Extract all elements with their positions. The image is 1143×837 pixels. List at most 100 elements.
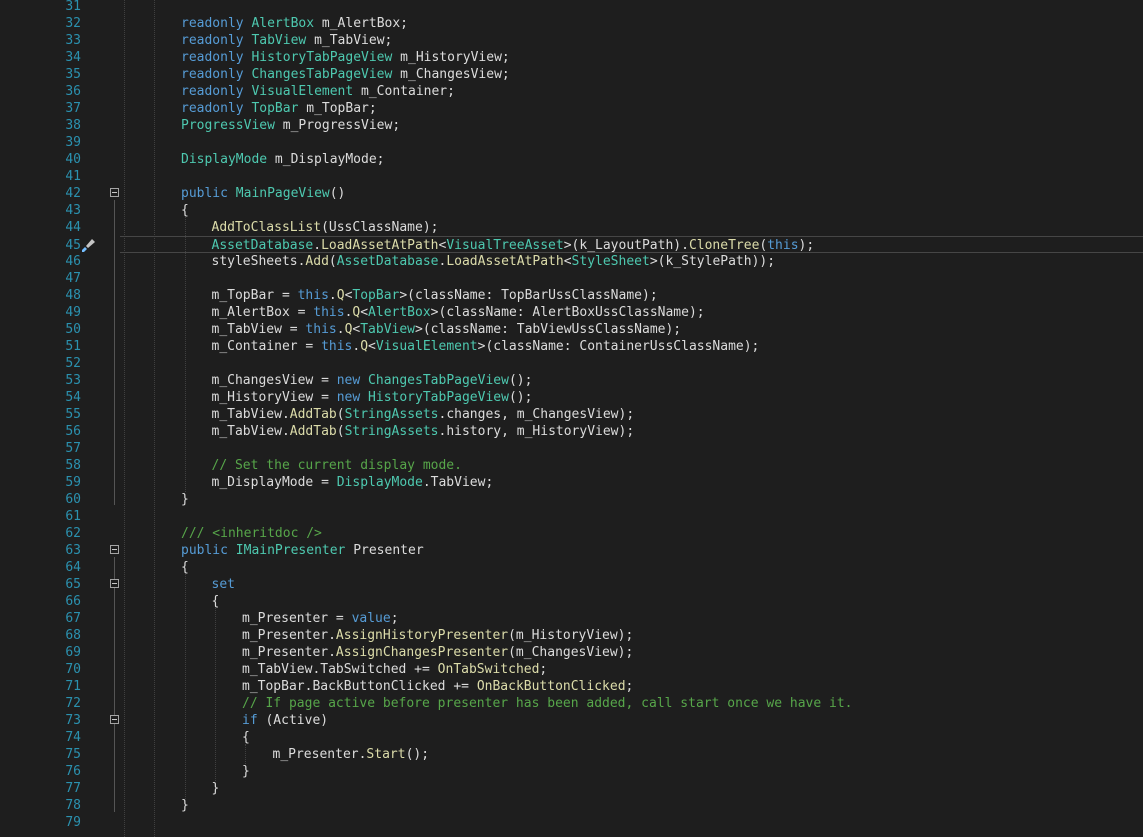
code-line[interactable]: 63 public IMainPresenter Presenter [0,542,1143,559]
code-text: readonly AlertBox m_AlertBox; [181,15,408,32]
code-text: DisplayMode m_DisplayMode; [181,151,385,168]
code-line[interactable]: 47 [0,270,1143,287]
code-line[interactable]: 33 readonly TabView m_TabView; [0,32,1143,49]
code-token: (m_ChangesView); [508,645,634,660]
code-token: m_AlertBox; [314,16,408,31]
code-text: } [181,491,189,508]
code-line[interactable]: 59 m_DisplayMode = DisplayMode.TabView; [0,474,1143,491]
line-number: 55 [65,407,81,422]
code-line[interactable]: 60} [0,491,1143,508]
code-line[interactable]: 53 m_ChangesView = new ChangesTabPageView… [0,372,1143,389]
code-line[interactable]: 41 [0,168,1143,185]
code-line[interactable]: 70 m_TabView.TabSwitched += OnTabSwitched… [0,661,1143,678]
code-line[interactable]: 39 [0,134,1143,151]
code-line[interactable]: 67 m_Presenter = value; [0,610,1143,627]
code-text: m_Presenter.AssignChangesPresenter(m_Cha… [242,644,633,661]
code-line[interactable]: 51 m_Container = this.Q<VisualElement>(cl… [0,338,1143,355]
code-line[interactable]: 43 { [0,202,1143,219]
collapse-minus-icon[interactable] [110,715,119,724]
code-text: m_Presenter.Start(); [273,746,430,763]
code-text: m_TopBar = this.Q<TopBar>(className: Top… [212,287,658,304]
code-text: // Set the current display mode. [212,457,462,474]
code-line[interactable]: 73 if (Active) [0,712,1143,729]
code-text: m_DisplayMode = DisplayMode.TabView; [212,474,494,491]
code-text: m_Presenter = value; [242,610,399,627]
code-token: } [181,492,189,507]
keyword-token: readonly [181,101,244,116]
line-number: 40 [65,152,81,167]
code-token: m_Presenter. [242,628,336,643]
code-line[interactable]: 77} [0,780,1143,797]
code-line[interactable]: 44 AddToClassList(UssClassName); [0,219,1143,236]
code-line[interactable]: 78} [0,797,1143,814]
keyword-token: readonly [181,84,244,99]
code-token: . [336,322,345,337]
code-line[interactable]: 35 readonly ChangesTabPageView m_ChangesV… [0,66,1143,83]
code-token: { [242,730,250,745]
code-line[interactable]: 62 /// <inheritdoc /> [0,525,1143,542]
line-number: 53 [65,373,81,388]
type-token: DisplayMode [181,152,268,167]
code-line[interactable]: 40 DisplayMode m_DisplayMode; [0,151,1143,168]
code-line[interactable]: 31 [0,0,1143,15]
method-token: CloneTree [688,238,760,253]
code-line[interactable]: 68 m_Presenter.AssignHistoryPresenter(m_H… [0,627,1143,644]
comment-token: // Set the current display mode. [211,458,462,473]
code-token: m_TabView. [211,424,290,439]
code-token: < [368,339,376,354]
collapse-minus-icon[interactable] [110,188,119,197]
code-text: styleSheets.Add(AssetDatabase.LoadAssetA… [212,253,776,270]
code-editor[interactable]: 31 32 readonly AlertBox m_AlertBox; 33 reado… [0,0,1143,837]
code-line[interactable]: 64 { [0,559,1143,576]
code-text: m_HistoryView = new HistoryTabPageView()… [212,389,533,406]
code-line[interactable]: 52 [0,355,1143,372]
code-line[interactable]: 46 styleSheets.Add(AssetDatabase.LoadAsse… [0,253,1143,270]
code-text: m_TabView = this.Q<TabView>(className: T… [212,321,682,338]
code-line[interactable]: 34 readonly HistoryTabPageView m_HistoryV… [0,49,1143,66]
keyword-token: readonly [181,67,244,82]
code-line[interactable]: 65 set [0,576,1143,593]
code-line[interactable]: 71 m_TopBar.BackButtonClicked += OnBackBu… [0,678,1143,695]
method-token: AssignHistoryPresenter [335,628,509,643]
code-token: .changes, m_ChangesView); [438,407,635,422]
code-line[interactable]: 36 readonly VisualElement m_Container; [0,83,1143,100]
code-line[interactable]: 48 m_TopBar = this.Q<TopBar>(className: T… [0,287,1143,304]
code-line[interactable]: 42 public MainPageView() [0,185,1143,202]
line-number: 58 [65,458,81,473]
code-line[interactable]: 50 m_TabView = this.Q<TabView>(className:… [0,321,1143,338]
line-number: 47 [65,271,81,286]
type-token: VisualTreeAsset [446,238,564,253]
code-line[interactable]: 32 readonly AlertBox m_AlertBox; [0,15,1143,32]
quick-action-brush-icon[interactable] [79,237,97,254]
code-text: if (Active) [242,712,328,729]
line-number: 73 [65,713,81,728]
collapse-minus-icon[interactable] [110,545,119,554]
code-line[interactable]: 79 [0,814,1143,831]
code-text: m_AlertBox = this.Q<AlertBox>(className:… [212,304,705,321]
code-text: m_Container = this.Q<VisualElement>(clas… [212,338,760,355]
code-line[interactable]: 75 m_Presenter.Start(); [0,746,1143,763]
code-line[interactable]: 57 [0,440,1143,457]
code-line[interactable]: 76} [0,763,1143,780]
code-line[interactable]: 74 { [0,729,1143,746]
line-number: 64 [65,560,81,575]
code-token: m_Presenter. [242,645,336,660]
code-line[interactable]: 69 m_Presenter.AssignChangesPresenter(m_C… [0,644,1143,661]
code-token: m_TopBar = [211,288,298,303]
code-line[interactable]: 58 // Set the current display mode. [0,457,1143,474]
code-line[interactable]: 55 m_TabView.AddTab(StringAssets.changes,… [0,406,1143,423]
code-token: styleSheets. [211,254,306,269]
code-line[interactable]: 61 [0,508,1143,525]
code-token: .TabView; [422,475,494,490]
code-line[interactable]: 66 { [0,593,1143,610]
code-line[interactable]: 45 AssetDatabase.LoadAssetAtPath<VisualTr… [65,236,1143,253]
code-line[interactable]: 72 // If page active before presenter has… [0,695,1143,712]
code-line[interactable]: 37 readonly TopBar m_TopBar; [0,100,1143,117]
code-line[interactable]: 49 m_AlertBox = this.Q<AlertBox>(classNam… [0,304,1143,321]
code-line[interactable]: 38 ProgressView m_ProgressView; [0,117,1143,134]
code-line[interactable]: 54 m_HistoryView = new HistoryTabPageView… [0,389,1143,406]
code-line[interactable]: 56 m_TabView.AddTab(StringAssets.history,… [0,423,1143,440]
code-token: m_TabView; [306,33,393,48]
collapse-minus-icon[interactable] [110,579,119,588]
